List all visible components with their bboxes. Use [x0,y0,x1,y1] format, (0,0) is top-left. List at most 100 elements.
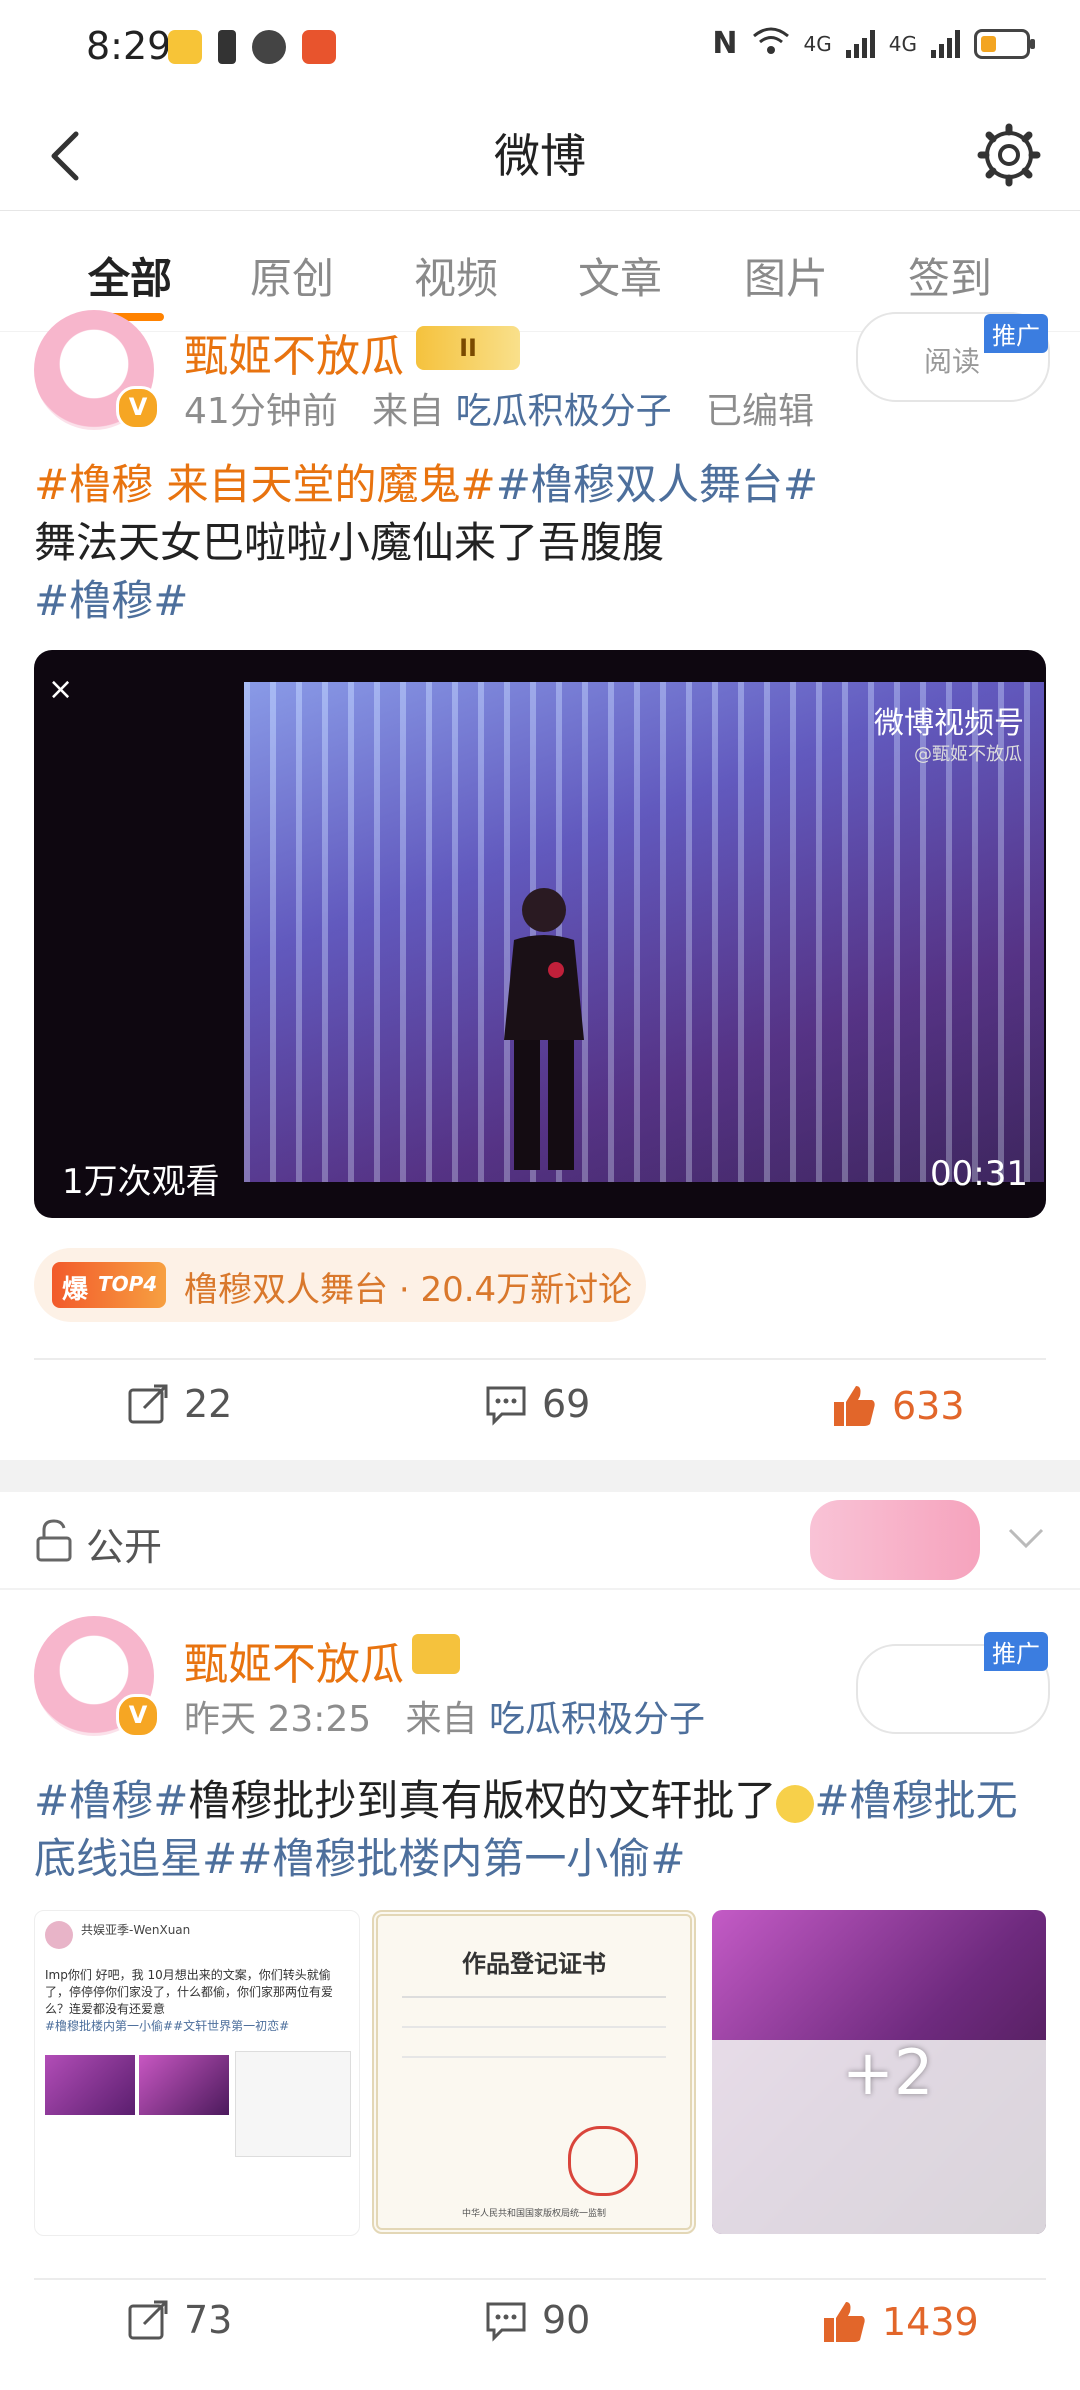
post-body: 橹穆批抄到真有版权的文轩批了 [188,1776,777,1825]
divider [34,2278,1046,2280]
like-count: 633 [892,1384,965,1428]
decoration-sticker [810,1500,980,1580]
source-prefix: 来自 [405,1699,478,1740]
source-link[interactable]: 吃瓜积极分子 [456,391,672,432]
post-time: 昨天 23:25 [184,1699,372,1740]
tab-video[interactable]: 视频 [386,245,526,306]
network-label-2: 4G [888,31,917,56]
sim-icon [218,30,236,64]
video-watermark-sub: @甄姬不放瓜 [914,744,1022,765]
repost-icon [128,1384,168,1424]
network-label-1: 4G [803,31,832,56]
tab-checkin[interactable]: 签到 [880,245,1020,306]
divider [402,2056,666,2058]
weibo-app-icon [168,30,202,64]
page-title: 微博 [494,129,586,183]
topic-separator: · [398,1270,410,1310]
repost-button[interactable]: 22 [126,1382,232,1426]
hashtag-link[interactable]: #橹穆批楼内第一小偷# [237,1834,685,1883]
like-button[interactable]: 1439 [820,2298,979,2346]
hashtag-link[interactable]: #橹穆# [34,576,188,625]
hot-badge-rank: TOP4 [98,1272,158,1296]
video-player[interactable]: × 微博视频号 @甄姬不放瓜 1万次观看 00:31 [34,650,1046,1218]
view-count: 1万次观看 [62,1162,220,1202]
topic-chip[interactable]: 爆 TOP4 橹穆双人舞台 · 20.4万新讨论 [34,1248,646,1322]
nfc-icon: N [712,26,738,61]
close-icon[interactable]: × [48,672,73,707]
chevron-down-icon[interactable] [1006,1526,1046,1552]
post-meta: 41分钟前 来自 吃瓜积极分子 已编辑 [184,382,814,434]
video-duration: 00:31 [930,1154,1028,1194]
divider [34,1358,1046,1360]
verified-badge-icon: V [116,1694,160,1738]
hot-badge: 爆 TOP4 [52,1262,166,1308]
image-caption-tags: #橹穆批楼内第一小偷##文轩世界第一初恋# [45,2019,290,2033]
comment-count: 90 [542,2298,591,2342]
wechat-icon [252,30,286,64]
comment-icon [486,2302,526,2342]
edited-label[interactable]: 已编辑 [706,391,814,432]
hashtag-link[interactable]: #橹穆双人舞台# [496,460,818,509]
image-caption-text: Imp你们 好吧，我 10月想出来的文案，你们转头就偷了，停停停你们家没了，什么… [45,1968,334,2016]
notification-icons [168,30,336,64]
comment-count: 69 [542,1382,591,1426]
username[interactable]: 甄姬不放瓜 [184,1628,404,1692]
post-image-3[interactable]: +2 [712,1910,1046,2234]
like-button[interactable]: 633 [830,1382,965,1430]
post-image-1[interactable]: 共娱亚季-WenXuan Imp你们 好吧，我 10月想出来的文案，你们转头就偷… [34,1910,360,2236]
visibility-label[interactable]: 公开 [86,1516,162,1571]
like-count: 1439 [882,2300,979,2344]
comment-icon [486,1386,526,1426]
post-image-2[interactable]: 作品登记证书 中华人民共和国国家版权局统一监制 [372,1910,696,2234]
post-body: 舞法天女巴啦啦小魔仙来了吾腹腹 [34,518,665,567]
post-text: #橹穆 来自天堂的魔鬼##橹穆双人舞台# 舞法天女巴啦啦小魔仙来了吾腹腹 #橹穆… [34,456,1044,630]
post-card-2: V 甄姬不放瓜 昨天 23:25 来自 吃瓜积极分子 推广 #橹穆#橹穆批抄到真… [0,1590,1080,2390]
status-right: N 4G 4G [712,26,1035,61]
video-watermark: 微博视频号 [874,706,1024,741]
more-images-count: +2 [842,2036,934,2109]
comment-button[interactable]: 69 [484,1382,590,1426]
post-meta: 昨天 23:25 来自 吃瓜积极分子 [184,1690,705,1742]
hashtag-link[interactable]: #橹穆 来自天堂的魔鬼# [34,460,496,509]
repost-button[interactable]: 73 [126,2298,232,2342]
top-nav-bar: 微博 [0,100,1080,211]
tab-article[interactable]: 文章 [550,245,690,306]
post-text: #橹穆#橹穆批抄到真有版权的文轩批了 #橹穆批无底线追星##橹穆批楼内第一小偷# [34,1772,1044,1888]
signal-icon-1 [845,29,875,58]
read-label: 阅读 [924,345,981,378]
tab-all[interactable]: 全部 [60,245,200,306]
certificate-title: 作品登记证书 [462,1949,606,1978]
performer-figure [504,888,584,1170]
source-prefix: 来自 [372,391,445,432]
username[interactable]: 甄姬不放瓜 [184,320,404,384]
avatar [45,1921,73,1949]
lock-icon [36,1519,72,1562]
topic-name: 橹穆双人舞台 [184,1270,388,1310]
divider [402,2026,666,2028]
post-time: 41分钟前 [184,391,338,432]
signal-icon-2 [931,29,960,58]
image-caption-user: 共娱亚季-WenXuan [81,1923,191,1937]
thumbs-up-icon [824,2302,865,2342]
gear-icon[interactable] [976,122,1042,188]
thumbs-up-icon [834,1386,875,1426]
comment-button[interactable]: 90 [484,2298,590,2342]
verified-badge-icon: V [116,386,160,430]
status-time: 8:29 [86,24,172,68]
hashtag-link[interactable]: #橹穆# [34,1776,188,1825]
topic-text: 橹穆双人舞台 · 20.4万新讨论 [184,1262,632,1311]
level-badge: II [416,326,520,370]
taobao-app-icon [302,30,336,64]
divider [402,1996,666,1998]
tab-original[interactable]: 原创 [222,245,362,306]
image-thumb [235,2051,351,2157]
source-link[interactable]: 吃瓜积极分子 [489,1699,705,1740]
status-bar: 8:29 N 4G 4G [0,0,1080,100]
smile-emoji-icon [776,1784,815,1823]
battery-icon [974,28,1035,59]
topic-discussions: 20.4万新讨论 [420,1270,633,1310]
repost-count: 73 [184,2298,233,2342]
certificate-footer: 中华人民共和国国家版权局统一监制 [461,2209,606,2219]
ad-badge: 推广 [984,314,1048,353]
tab-image[interactable]: 图片 [716,245,856,306]
